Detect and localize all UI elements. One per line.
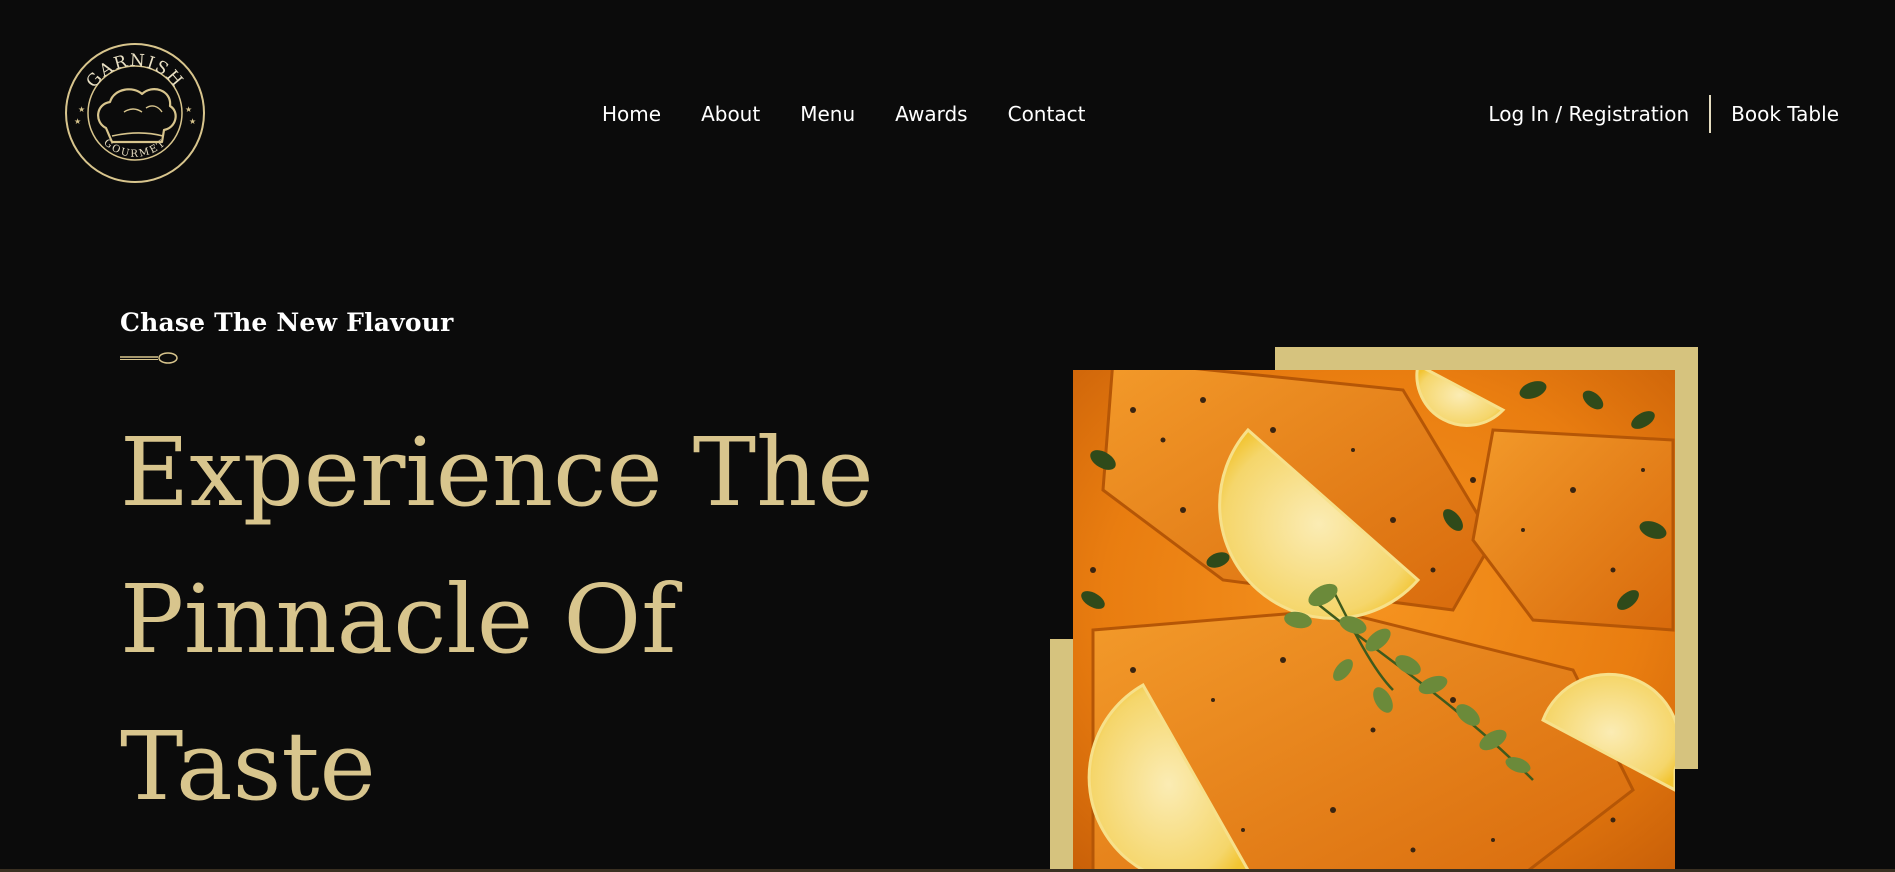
hero-title: Experience The Pinnacle Of Taste [120, 400, 900, 841]
hero-title-line-1: Experience The [120, 418, 874, 528]
book-table-link[interactable]: Book Table [1731, 95, 1839, 133]
login-registration-link[interactable]: Log In / Registration [1488, 95, 1689, 133]
hero-title-line-2: Pinnacle Of [120, 565, 677, 675]
svg-text:★: ★ [189, 117, 196, 126]
nav-menu-link[interactable]: Menu [800, 99, 855, 129]
svg-text:★: ★ [185, 105, 192, 114]
header-divider [1709, 95, 1712, 133]
svg-text:GARNISH: GARNISH [83, 51, 188, 92]
salmon-dish-image [1073, 370, 1675, 872]
nav-awards-link[interactable]: Awards [895, 99, 967, 129]
svg-text:★: ★ [74, 117, 81, 126]
chef-hat-logo-icon: GARNISH GOURMET ★ ★ ★ ★ [65, 43, 205, 183]
spoon-divider-icon [120, 352, 178, 364]
hero-tagline: Chase The New Flavour [120, 308, 454, 337]
nav-home-link[interactable]: Home [602, 99, 661, 129]
hero-title-line-3: Taste [120, 712, 376, 822]
logo-top-text: GARNISH [83, 51, 186, 92]
brand-logo[interactable]: GARNISH GOURMET ★ ★ ★ ★ [64, 42, 206, 184]
svg-text:★: ★ [78, 105, 85, 114]
nav-contact-link[interactable]: Contact [1008, 99, 1086, 129]
nav-about-link[interactable]: About [701, 99, 760, 129]
header-actions: Log In / Registration Book Table [1488, 95, 1839, 133]
main-nav: Home About Menu Awards Contact [602, 99, 1125, 129]
